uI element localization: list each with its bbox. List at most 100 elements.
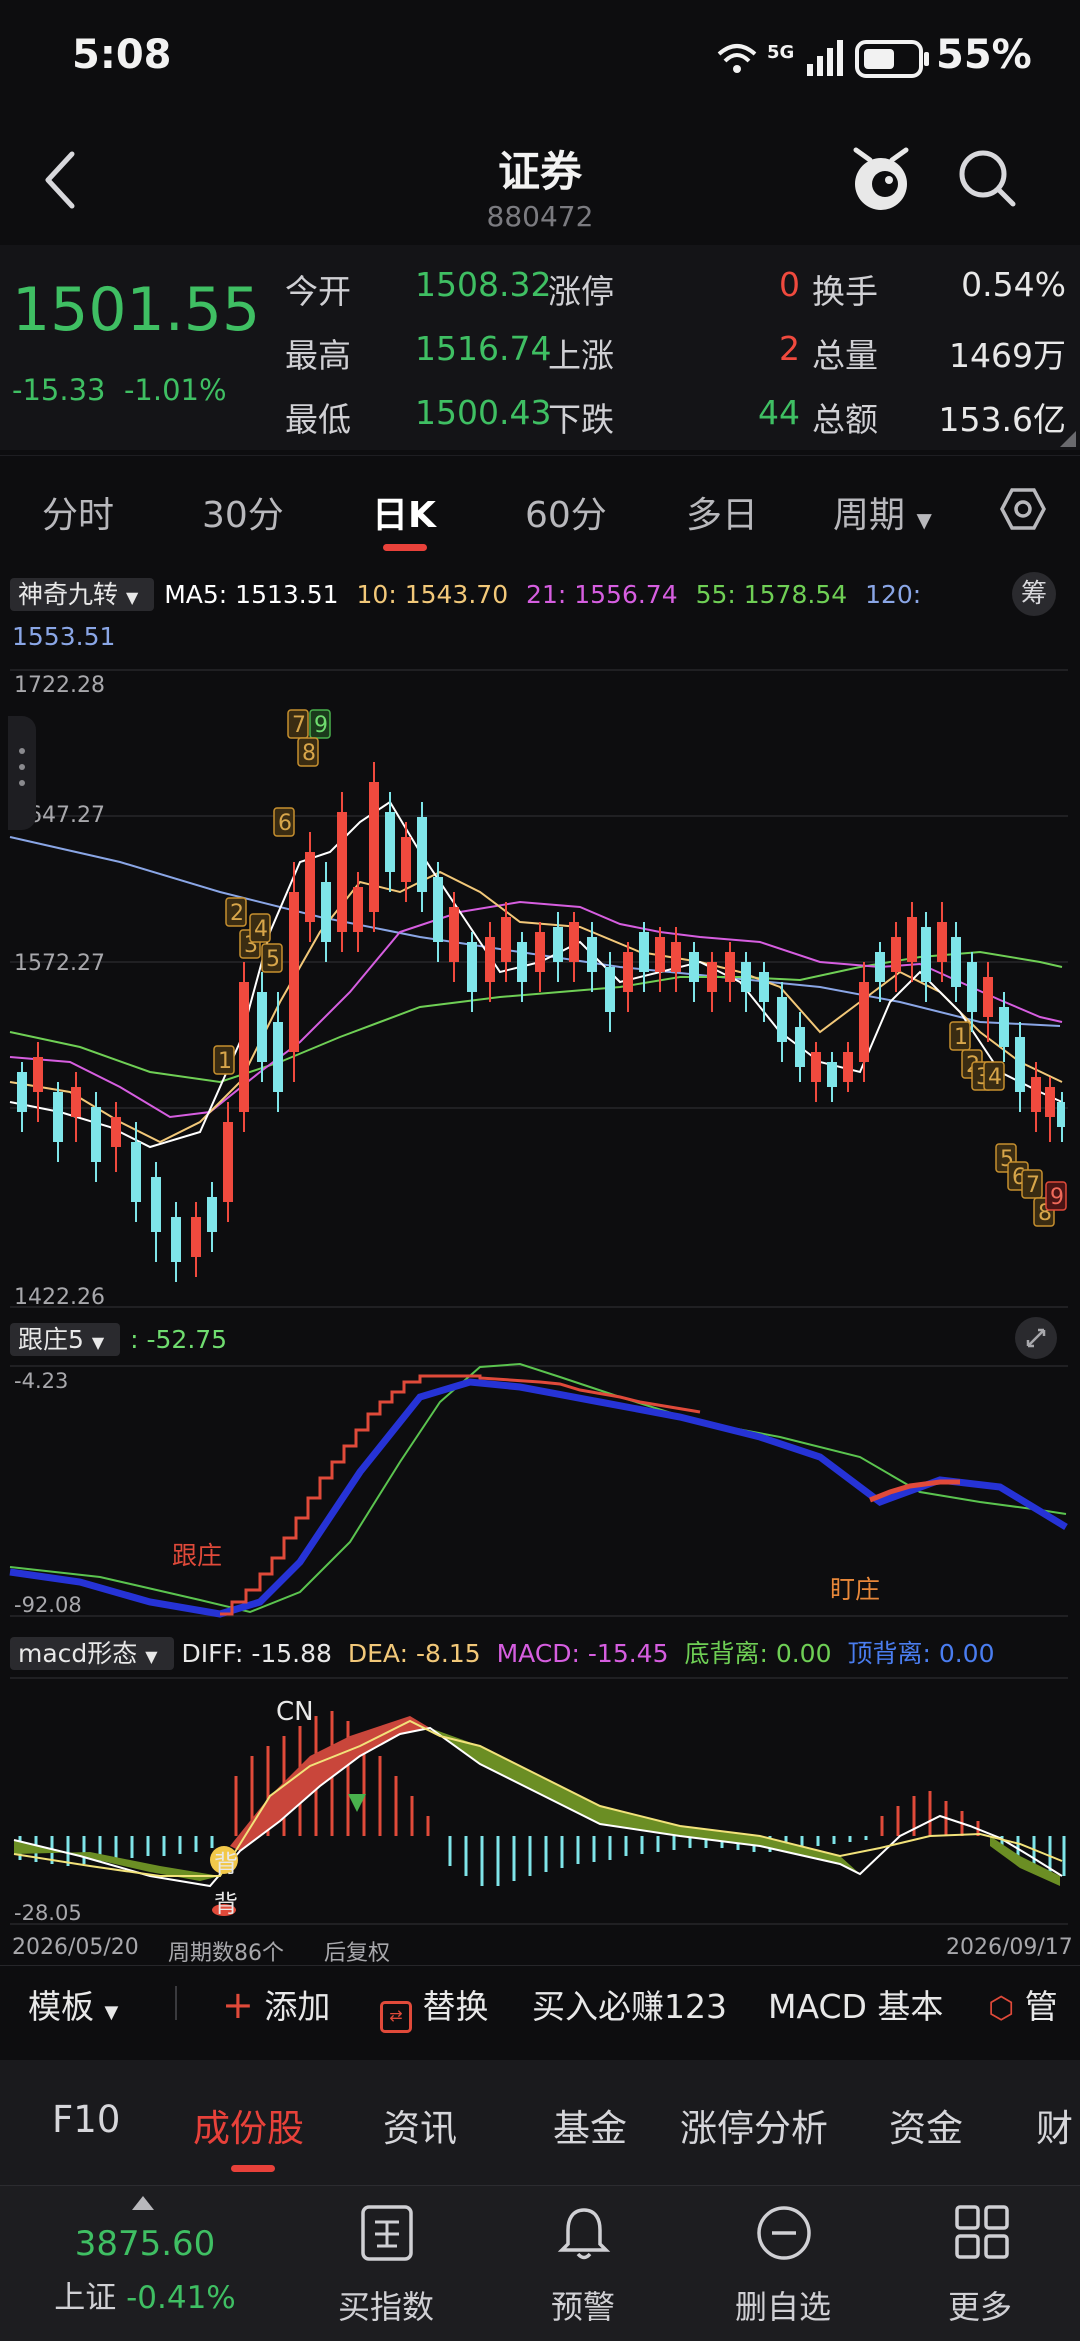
side-drawer-handle[interactable] [8,716,36,830]
candle [937,902,947,982]
nav-buy-index-label: 买指数 [337,2288,434,2326]
y-label-max: 1722.28 [14,673,105,698]
signal-icons: 5G [717,40,843,76]
adjust-mode[interactable]: 后复权 [324,1935,390,1967]
add-button[interactable]: + 添加 [222,1980,330,2028]
tab-limit-up-analysis[interactable]: 涨停分析 [680,2098,828,2152]
candle [951,922,961,1002]
fullscreen-icon[interactable] [1014,1316,1058,1360]
ma120-label: 120: [865,580,922,609]
tab-f10[interactable]: F10 [52,2098,120,2141]
nav-alert-label: 预警 [550,2288,615,2326]
value-falling: 44 [758,393,800,432]
tab-funds[interactable]: 基金 [553,2098,627,2152]
svg-text:7: 7 [292,713,306,738]
macd-basic-button[interactable]: MACD 基本 [768,1980,943,2028]
macd-chart[interactable]: -28.05 CN 背 背 [0,1676,1080,1926]
content-tabs: F10 成份股 资讯 基金 涨停分析 资金 财 [0,2060,1080,2185]
candle [321,862,331,962]
tab-constituents[interactable]: 成份股 [193,2098,304,2152]
td-label: 6 [273,807,295,837]
index-ticker[interactable]: 3875.60 上证 -0.41% [20,2186,270,2341]
td-label: 5 [261,943,283,973]
template-label: 模板 [28,1987,94,2026]
settings-hexagon-icon[interactable] [1000,486,1046,532]
chip-distribution-button[interactable]: 筹 [1012,572,1056,616]
expand-corner-icon[interactable] [1058,431,1076,447]
buy-win-button[interactable]: 买入必赚123 [532,1980,727,2028]
tab-period-label: 周期 [833,495,906,536]
triangle-up-icon [132,2196,154,2210]
battery-icon [855,40,929,78]
svg-text:4: 4 [988,1065,1002,1090]
dea-line [13,1719,1063,1877]
macd-green-fill [430,1728,860,1874]
kline-chart[interactable]: 1722.28 1647.27 1572.27 1422.26 7 9 8 6 … [0,662,1080,1312]
minus-circle-icon [757,2206,811,2260]
candle [289,862,299,1082]
tab-news[interactable]: 资讯 [383,2098,457,2152]
value-limit-up: 0 [779,265,800,304]
ma21-value: 21: 1556.74 [526,580,678,609]
nav-alert[interactable]: 预警 [503,2186,663,2341]
candle [689,942,699,1002]
tab-finance[interactable]: 财 [1036,2098,1073,2152]
sub-indicator-1-selector[interactable]: 跟庄5 ▼ [10,1323,121,1356]
candle [305,832,315,942]
sub-indicator-2-selector[interactable]: macd形态 ▼ [10,1637,174,1670]
tab-intraday[interactable]: 分时 [42,486,114,538]
network-type: 5G [767,42,794,63]
replace-button[interactable]: ⇄ 替换 [380,1980,489,2033]
manage-label: 管 [1024,1987,1058,2026]
svg-text:5: 5 [266,947,280,972]
follow-banker-chart[interactable]: -4.23 -92.08 跟庄 盯庄 [0,1362,1080,1620]
nav-buy-index[interactable]: 买指数 [306,2186,466,2341]
candle [569,912,579,982]
value-amount: 153.6亿 [938,400,1066,439]
td-label: 2 [225,897,247,927]
tab-60min[interactable]: 60分 [525,486,607,538]
main-indicator-selector[interactable]: 神奇九转 ▼ [10,578,155,611]
svg-text:9: 9 [1050,1185,1064,1210]
manage-button[interactable]: ⬡ 管 [988,1980,1058,2028]
indicator-toolbar: 模板 ▼ + 添加 ⇄ 替换 买入必赚123 MACD 基本 ⬡ 管 [0,1965,1080,2038]
tab-multi-day[interactable]: 多日 [686,486,758,538]
label-amount: 总额 [812,400,878,439]
nav-more[interactable]: 更多 [900,2186,1060,2341]
candle [859,962,869,1082]
td-label: 8 [297,737,319,767]
td-label: 1 [949,1021,971,1051]
td-label: 4 [249,913,271,943]
template-button[interactable]: 模板 ▼ [28,1980,118,2028]
macd-histogram-negative [18,1836,1066,1886]
candle [417,802,427,912]
replace-icon: ⇄ [380,2001,412,2033]
candle [53,1082,63,1162]
watch-label: 盯庄 [830,1575,880,1604]
toolbar-divider [175,1986,177,2020]
page-title: 证券 [497,147,582,196]
battery-percent: 55% [936,32,1032,78]
sub1-blue-line [9,1378,1068,1618]
buy-icon [361,2205,413,2261]
label-limit-up: 涨停 [548,272,614,311]
price-change: -15.33 -1.01% [12,373,227,407]
candle [795,1012,805,1082]
change-value: -15.33 [12,373,106,407]
dea-value: DEA: -8.15 [347,1639,481,1668]
chevron-down-icon: ▼ [125,588,139,607]
sub-indicator-1-name: 跟庄5 [18,1325,84,1354]
tab-daily-k[interactable]: 日K [372,486,436,538]
tab-30min[interactable]: 30分 [202,486,284,538]
status-time: 5:08 [72,32,172,78]
assistant-icon[interactable] [848,142,914,214]
tab-capital[interactable]: 资金 [889,2098,963,2152]
candle [433,862,443,962]
axis-end-date: 2026/09/17 [946,1935,1073,1960]
search-icon[interactable] [955,146,1019,210]
candle [741,952,751,1012]
nav-remove-watchlist[interactable]: 删自选 [703,2186,863,2341]
bottom-nav: 3875.60 上证 -0.41% 买指数 预警 删自选 更多 [0,2185,1080,2341]
candle [131,1122,141,1222]
tab-period[interactable]: 周期 ▼ [833,486,932,538]
